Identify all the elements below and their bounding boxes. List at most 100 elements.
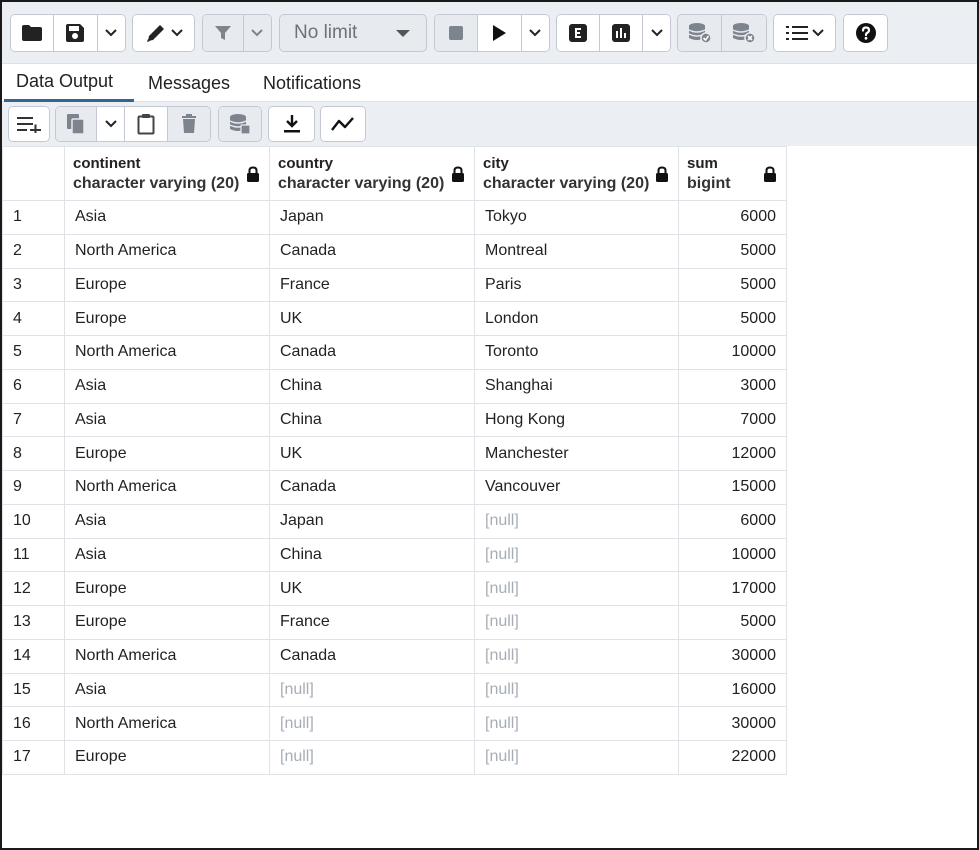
save-options-dropdown[interactable]: [97, 15, 125, 51]
cell-city[interactable]: Shanghai: [474, 368, 679, 404]
row-number-cell[interactable]: 9: [2, 470, 65, 505]
cell-country[interactable]: Canada: [269, 335, 475, 370]
cell-sum[interactable]: 6000: [678, 200, 787, 235]
cell-city[interactable]: [null]: [474, 672, 679, 708]
help-button[interactable]: [844, 15, 887, 51]
cell-city[interactable]: Vancouver: [474, 470, 679, 505]
row-number-cell[interactable]: 1: [2, 200, 65, 235]
cell-continent[interactable]: Asia: [64, 200, 270, 235]
copy-button[interactable]: [56, 107, 98, 141]
cell-city[interactable]: Tokyo: [474, 200, 679, 235]
row-number-cell[interactable]: 12: [2, 571, 65, 606]
cell-continent[interactable]: Europe: [64, 301, 270, 336]
row-number-cell[interactable]: 10: [2, 503, 65, 539]
column-header-city[interactable]: city character varying (20): [474, 146, 679, 201]
row-number-cell[interactable]: 16: [2, 706, 65, 741]
table-row[interactable]: 7 Asia China Hong Kong 7000: [2, 402, 787, 438]
row-number-cell[interactable]: 11: [2, 537, 65, 573]
table-row[interactable]: 10 Asia Japan [null] 6000: [2, 503, 787, 539]
execute-options-dropdown[interactable]: [521, 15, 549, 51]
cell-continent[interactable]: Asia: [64, 672, 270, 708]
paste-button[interactable]: [125, 107, 168, 141]
explain-options-dropdown[interactable]: [643, 15, 670, 51]
cell-city[interactable]: [null]: [474, 638, 679, 674]
row-number-cell[interactable]: 6: [2, 368, 65, 404]
graph-visualiser-button[interactable]: [321, 107, 365, 141]
open-file-button[interactable]: [11, 15, 55, 51]
cell-country[interactable]: UK: [269, 571, 475, 606]
table-row[interactable]: 3 Europe France Paris 5000: [2, 267, 787, 303]
cell-city[interactable]: Hong Kong: [474, 402, 679, 438]
cell-city[interactable]: Paris: [474, 267, 679, 303]
table-row[interactable]: 2 North America Canada Montreal 5000: [2, 233, 787, 269]
table-row[interactable]: 17 Europe [null] [null] 22000: [2, 740, 787, 775]
cell-sum[interactable]: 10000: [678, 335, 787, 370]
cell-continent[interactable]: North America: [64, 470, 270, 505]
cell-sum[interactable]: 7000: [678, 402, 787, 438]
cell-city[interactable]: [null]: [474, 537, 679, 573]
stop-query-button[interactable]: [435, 15, 479, 51]
row-number-cell[interactable]: 2: [2, 233, 65, 269]
cell-city[interactable]: Manchester: [474, 436, 679, 471]
column-header-sum[interactable]: sum bigint: [678, 146, 787, 201]
cell-country[interactable]: China: [269, 402, 475, 438]
rollback-button[interactable]: [722, 15, 766, 51]
cell-sum[interactable]: 5000: [678, 301, 787, 336]
row-number-cell[interactable]: 3: [2, 267, 65, 303]
cell-sum[interactable]: 5000: [678, 233, 787, 269]
row-number-cell[interactable]: 14: [2, 638, 65, 674]
row-number-cell[interactable]: 8: [2, 436, 65, 471]
cell-city[interactable]: [null]: [474, 605, 679, 640]
cell-country[interactable]: [null]: [269, 672, 475, 708]
cell-continent[interactable]: Europe: [64, 267, 270, 303]
tab-messages[interactable]: Messages: [136, 64, 242, 102]
cell-sum[interactable]: 15000: [678, 470, 787, 505]
cell-continent[interactable]: Asia: [64, 368, 270, 404]
cell-continent[interactable]: Asia: [64, 537, 270, 573]
table-row[interactable]: 15 Asia [null] [null] 16000: [2, 672, 787, 708]
add-row-button[interactable]: [9, 107, 49, 141]
table-row[interactable]: 6 Asia China Shanghai 3000: [2, 368, 787, 404]
cell-continent[interactable]: North America: [64, 638, 270, 674]
row-number-cell[interactable]: 7: [2, 402, 65, 438]
edit-options-button[interactable]: [133, 15, 194, 51]
cell-country[interactable]: France: [269, 267, 475, 303]
cell-sum[interactable]: 30000: [678, 638, 787, 674]
cell-country[interactable]: China: [269, 537, 475, 573]
cell-country[interactable]: UK: [269, 436, 475, 471]
table-row[interactable]: 5 North America Canada Toronto 10000: [2, 335, 787, 370]
macros-button[interactable]: [774, 15, 835, 51]
cell-sum[interactable]: 5000: [678, 267, 787, 303]
cell-continent[interactable]: Europe: [64, 436, 270, 471]
row-number-cell[interactable]: 17: [2, 740, 65, 775]
cell-continent[interactable]: Europe: [64, 740, 270, 775]
cell-city[interactable]: [null]: [474, 706, 679, 741]
cell-continent[interactable]: North America: [64, 233, 270, 269]
save-data-changes-button[interactable]: [219, 107, 261, 141]
save-file-button[interactable]: [54, 15, 98, 51]
cell-sum[interactable]: 16000: [678, 672, 787, 708]
tab-data-output[interactable]: Data Output: [4, 64, 134, 102]
cell-continent[interactable]: Asia: [64, 402, 270, 438]
cell-country[interactable]: China: [269, 368, 475, 404]
cell-city[interactable]: London: [474, 301, 679, 336]
cell-city[interactable]: [null]: [474, 571, 679, 606]
cell-country[interactable]: [null]: [269, 706, 475, 741]
cell-country[interactable]: Japan: [269, 200, 475, 235]
execute-query-button[interactable]: [478, 15, 522, 51]
cell-country[interactable]: [null]: [269, 740, 475, 775]
cell-country[interactable]: Japan: [269, 503, 475, 539]
cell-sum[interactable]: 5000: [678, 605, 787, 640]
row-number-cell[interactable]: 5: [2, 335, 65, 370]
table-row[interactable]: 12 Europe UK [null] 17000: [2, 571, 787, 606]
table-row[interactable]: 9 North America Canada Vancouver 15000: [2, 470, 787, 505]
cell-country[interactable]: Canada: [269, 233, 475, 269]
row-number-cell[interactable]: 4: [2, 301, 65, 336]
cell-country[interactable]: France: [269, 605, 475, 640]
cell-continent[interactable]: North America: [64, 706, 270, 741]
cell-city[interactable]: Toronto: [474, 335, 679, 370]
table-row[interactable]: 11 Asia China [null] 10000: [2, 537, 787, 573]
row-number-cell[interactable]: 15: [2, 672, 65, 708]
cell-sum[interactable]: 12000: [678, 436, 787, 471]
select-all-cell[interactable]: [2, 146, 65, 201]
